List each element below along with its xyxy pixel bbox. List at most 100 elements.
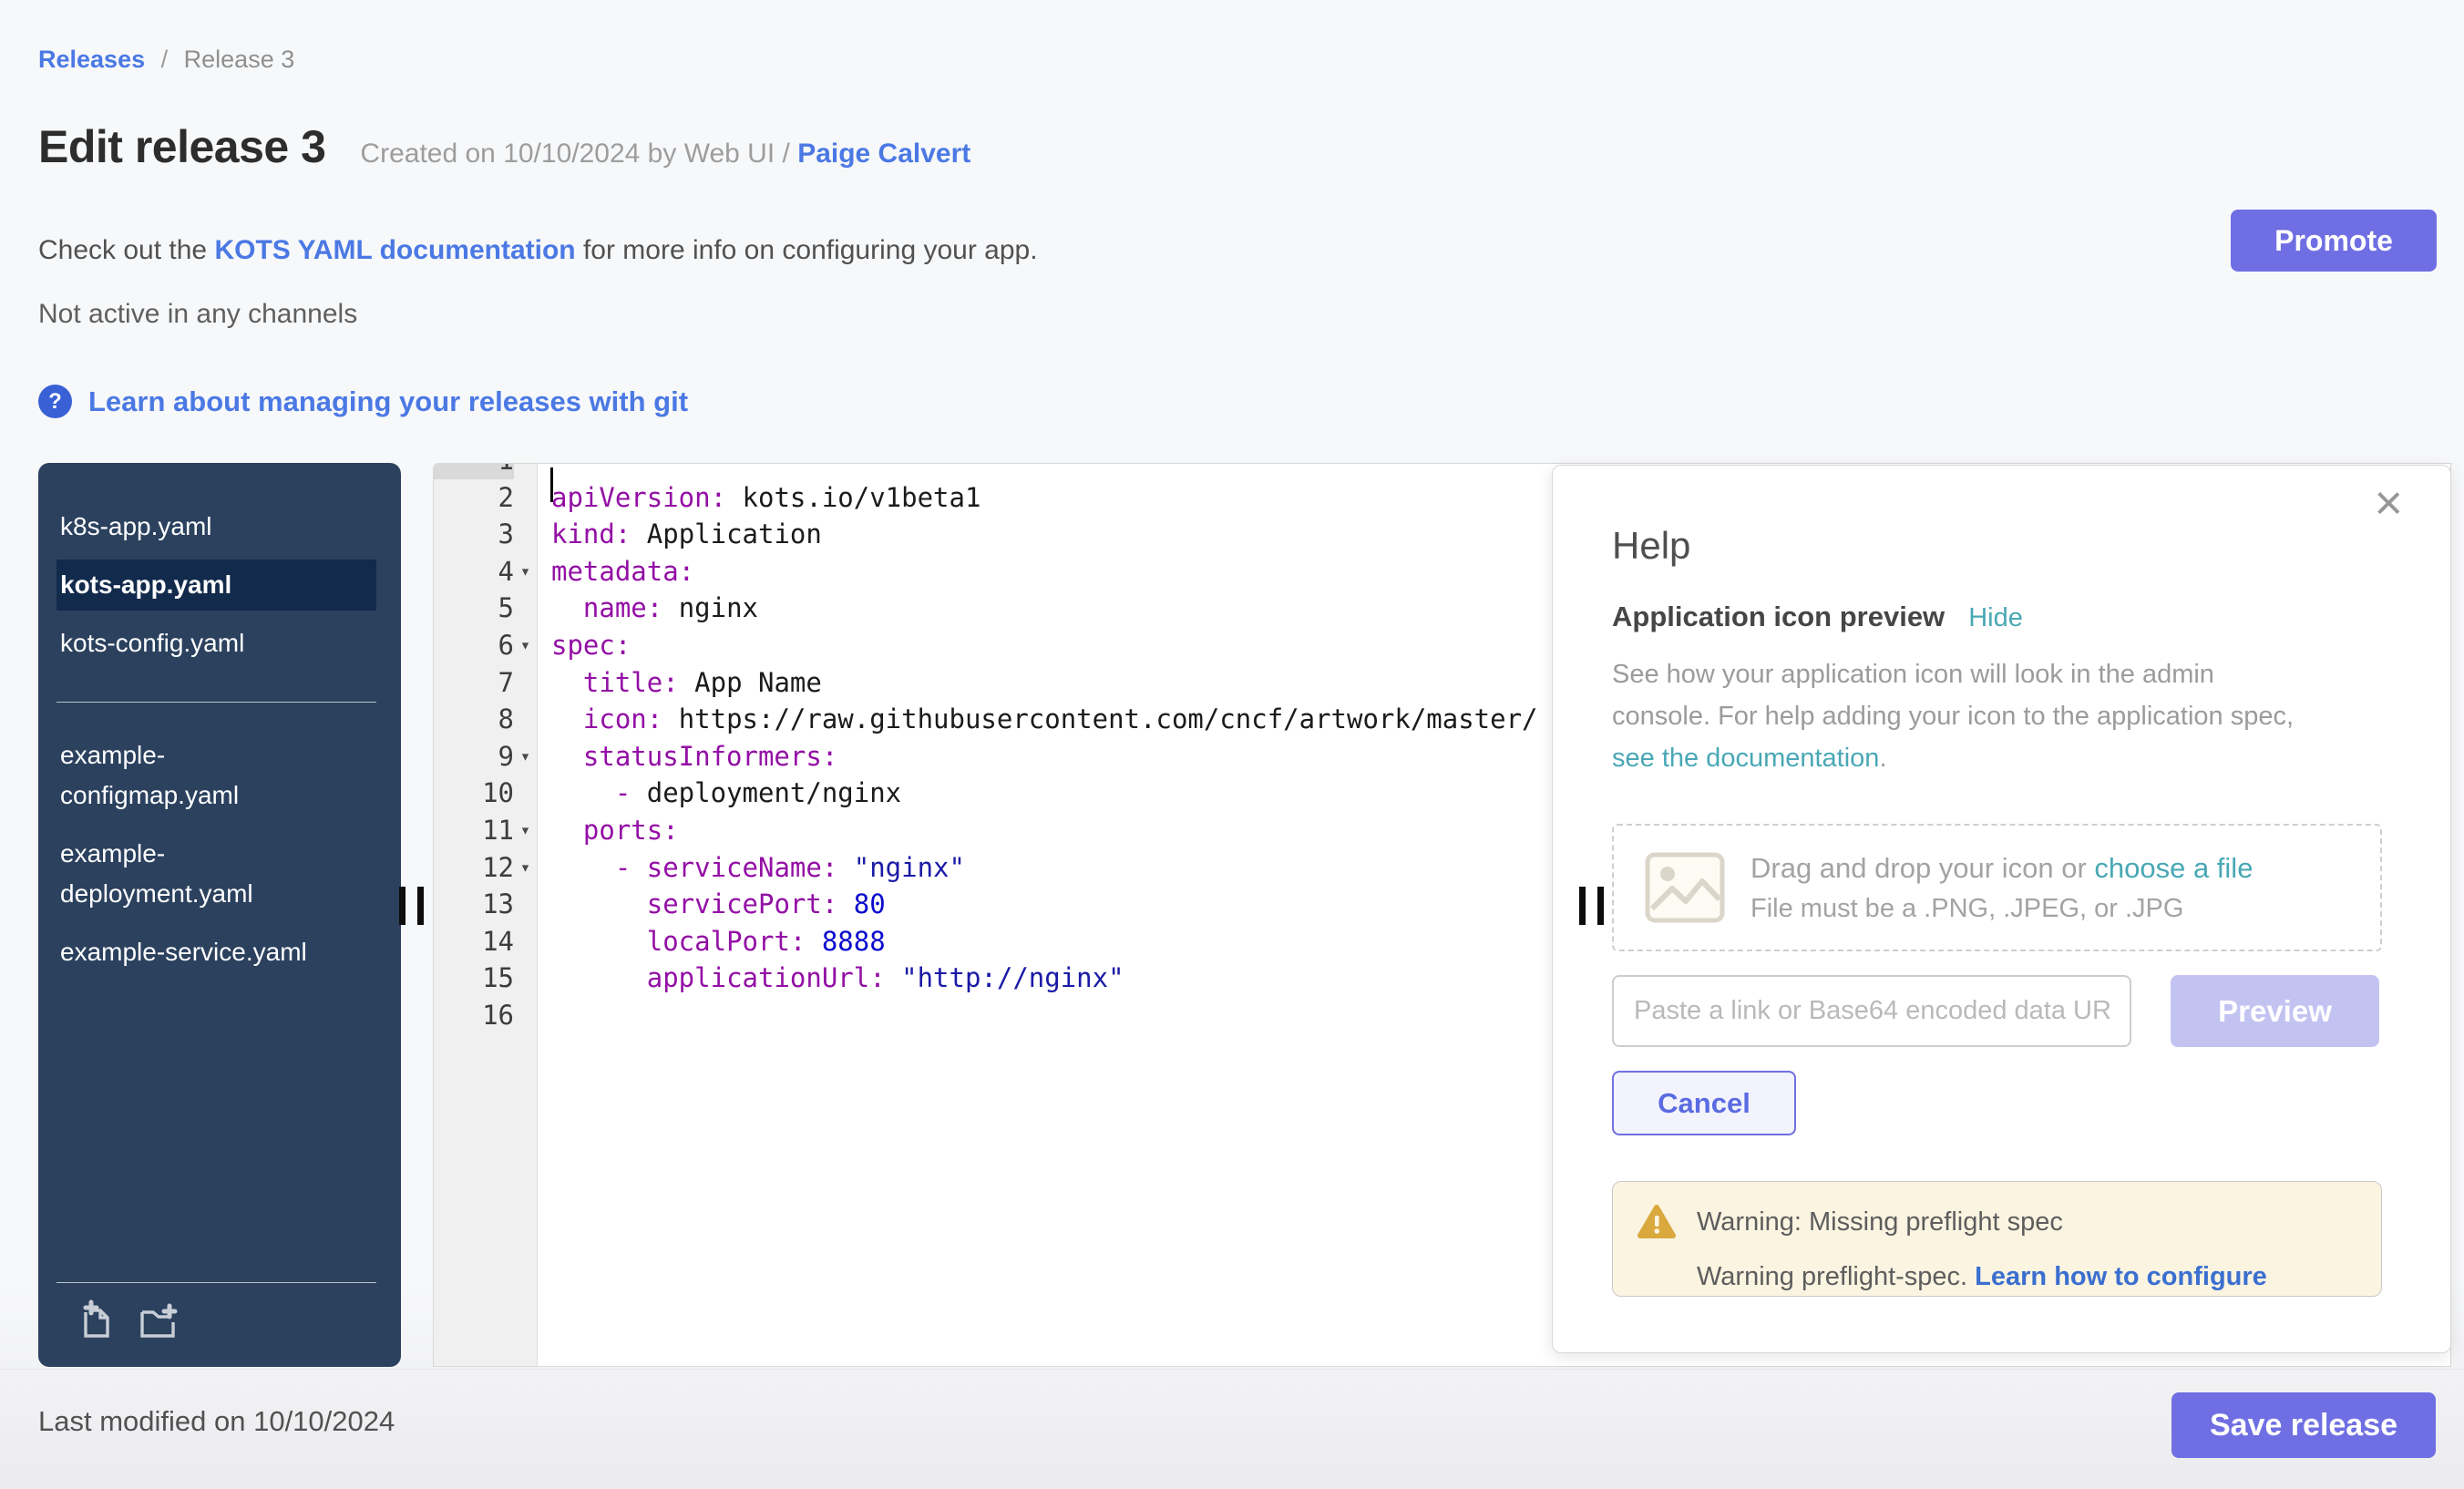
sidebar-file-example-configmap.yaml[interactable]: example-configmap.yaml xyxy=(56,730,376,821)
question-icon: ? xyxy=(38,385,72,418)
code-text: kind: Application xyxy=(537,516,822,553)
line-number: 9 xyxy=(434,738,514,775)
git-releases-link[interactable]: Learn about managing your releases with … xyxy=(88,385,688,418)
preflight-warning: Warning: Missing preflight spec Warning … xyxy=(1612,1181,2382,1297)
page-title: Edit release 3 xyxy=(38,120,325,173)
created-prefix: Created on 10/10/2024 by Web UI / xyxy=(360,139,797,169)
fold-arrow-icon[interactable]: ▾ xyxy=(514,553,537,590)
code-text: apiVersion: kots.io/v1beta1 xyxy=(537,479,980,517)
code-text: spec: xyxy=(537,627,631,664)
code-text: statusInformers: xyxy=(537,738,837,775)
warning-body: Warning preflight-spec. Learn how to con… xyxy=(1697,1262,2267,1292)
fold-spacer xyxy=(514,775,537,812)
close-icon[interactable]: × xyxy=(2374,478,2403,528)
sidebar-file-example-service.yaml[interactable]: example-service.yaml xyxy=(56,927,376,978)
icon-url-input[interactable] xyxy=(1612,975,2131,1047)
code-text: ports: xyxy=(537,812,679,849)
save-release-button[interactable]: Save release xyxy=(2171,1392,2436,1458)
promote-button[interactable]: Promote xyxy=(2231,210,2437,272)
fold-spacer xyxy=(514,960,537,997)
see-documentation-link[interactable]: see the documentation xyxy=(1612,744,1879,773)
code-text: - serviceName: "nginx" xyxy=(537,849,965,887)
fold-spacer xyxy=(514,664,537,702)
file-label: example-service.yaml xyxy=(60,932,376,972)
created-by-link[interactable]: Paige Calvert xyxy=(797,139,970,169)
cancel-button[interactable]: Cancel xyxy=(1612,1071,1796,1135)
sidebar-file-example-deployment.yaml[interactable]: example-deployment.yaml xyxy=(56,828,376,919)
sidebar-file-list: k8s-app.yaml kots-app.yaml kots-config.yam… xyxy=(38,501,401,978)
line-number: 15 xyxy=(434,960,514,997)
help-title: Help xyxy=(1612,524,1690,568)
footer-divider xyxy=(0,1369,2464,1370)
fold-arrow-icon[interactable]: ▾ xyxy=(514,849,537,887)
edit-release-page: Releases / Release 3 Edit release 3 Crea… xyxy=(0,0,2464,1489)
title-row: Edit release 3 Created on 10/10/2024 by … xyxy=(38,120,970,173)
description-line-1: See how your application icon will look … xyxy=(1612,653,2294,695)
file-label: k8s-app.yaml xyxy=(60,507,376,547)
line-number: 14 xyxy=(434,923,514,960)
line-number: 11 xyxy=(434,812,514,849)
file-label: deployment.yaml xyxy=(60,874,376,914)
fold-spacer xyxy=(514,479,537,517)
breadcrumb-releases-link[interactable]: Releases xyxy=(38,46,145,73)
sidebar-bottom-divider xyxy=(56,1282,376,1283)
code-text: - deployment/nginx xyxy=(537,775,901,812)
line-number: 10 xyxy=(434,775,514,812)
choose-file-link[interactable]: choose a file xyxy=(2094,852,2253,884)
new-folder-icon[interactable] xyxy=(137,1299,179,1341)
fold-spacer xyxy=(514,701,537,738)
line-number: 2 xyxy=(434,479,514,517)
code-text: localPort: 8888 xyxy=(537,923,886,960)
icon-preview-description: See how your application icon will look … xyxy=(1612,653,2294,779)
last-modified-text: Last modified on 10/10/2024 xyxy=(38,1405,395,1438)
preview-button[interactable]: Preview xyxy=(2171,975,2379,1047)
learn-how-to-configure-link[interactable]: Learn how to configure xyxy=(1975,1262,2267,1291)
warning-icon xyxy=(1637,1204,1677,1240)
git-help-row[interactable]: ? Learn about managing your releases wit… xyxy=(38,385,688,418)
fold-arrow-icon[interactable]: ▾ xyxy=(514,627,537,664)
file-label: example- xyxy=(60,735,376,775)
code-text: --- xyxy=(537,463,599,479)
code-text: name: nginx xyxy=(537,590,758,627)
editor-help-resize-handle[interactable] xyxy=(1579,887,1607,925)
file-label: kots-config.yaml xyxy=(60,623,376,663)
intro-after: for more info on configuring your app. xyxy=(576,235,1038,265)
sidebar-file-kots-app.yaml[interactable]: kots-app.yaml xyxy=(56,560,376,611)
line-number: 16 xyxy=(434,997,514,1034)
icon-preview-title: Application icon preview xyxy=(1612,601,1945,633)
channel-status: Not active in any channels xyxy=(38,299,357,330)
help-panel: × Help Application icon preview Hide See… xyxy=(1552,465,2451,1353)
code-text: icon: https://raw.githubusercontent.com/… xyxy=(537,701,1538,738)
line-number: 8 xyxy=(434,701,514,738)
code-text: servicePort: 80 xyxy=(537,886,886,923)
line-number: 3 xyxy=(434,516,514,553)
line-number: 1 xyxy=(434,463,514,479)
sidebar-editor-resize-handle[interactable] xyxy=(399,887,426,925)
code-text: metadata: xyxy=(537,553,694,590)
file-label: configmap.yaml xyxy=(60,775,376,816)
editor-cursor xyxy=(550,467,553,502)
description-line-2: console. For help adding your icon to th… xyxy=(1612,695,2294,737)
kots-yaml-doc-link[interactable]: KOTS YAML documentation xyxy=(214,235,575,265)
fold-arrow-icon[interactable]: ▾ xyxy=(514,738,537,775)
file-label: kots-app.yaml xyxy=(60,565,376,605)
breadcrumb-current: Release 3 xyxy=(184,46,295,73)
breadcrumb: Releases / Release 3 xyxy=(38,44,294,75)
icon-dropzone[interactable]: Drag and drop your icon or choose a file… xyxy=(1612,824,2382,951)
hide-link[interactable]: Hide xyxy=(1968,603,2023,633)
dropzone-text: Drag and drop your icon or choose a file xyxy=(1750,852,2253,885)
intro-before: Check out the xyxy=(38,235,214,265)
intro-line: Check out the KOTS YAML documentation fo… xyxy=(38,235,1038,266)
fold-arrow-icon[interactable]: ▾ xyxy=(514,812,537,849)
new-file-icon[interactable] xyxy=(75,1299,117,1341)
sidebar-file-k8s-app.yaml[interactable]: k8s-app.yaml xyxy=(56,501,376,552)
fold-spacer xyxy=(514,923,537,960)
icon-preview-section-header: Application icon preview Hide xyxy=(1612,601,2023,633)
sidebar-file-kots-config.yaml[interactable]: kots-config.yaml xyxy=(56,618,376,669)
line-number: 7 xyxy=(434,664,514,702)
line-number: 12 xyxy=(434,849,514,887)
line-number: 4 xyxy=(434,553,514,590)
file-label: example- xyxy=(60,834,376,874)
fold-spacer xyxy=(514,997,537,1034)
sidebar-divider xyxy=(56,702,376,703)
